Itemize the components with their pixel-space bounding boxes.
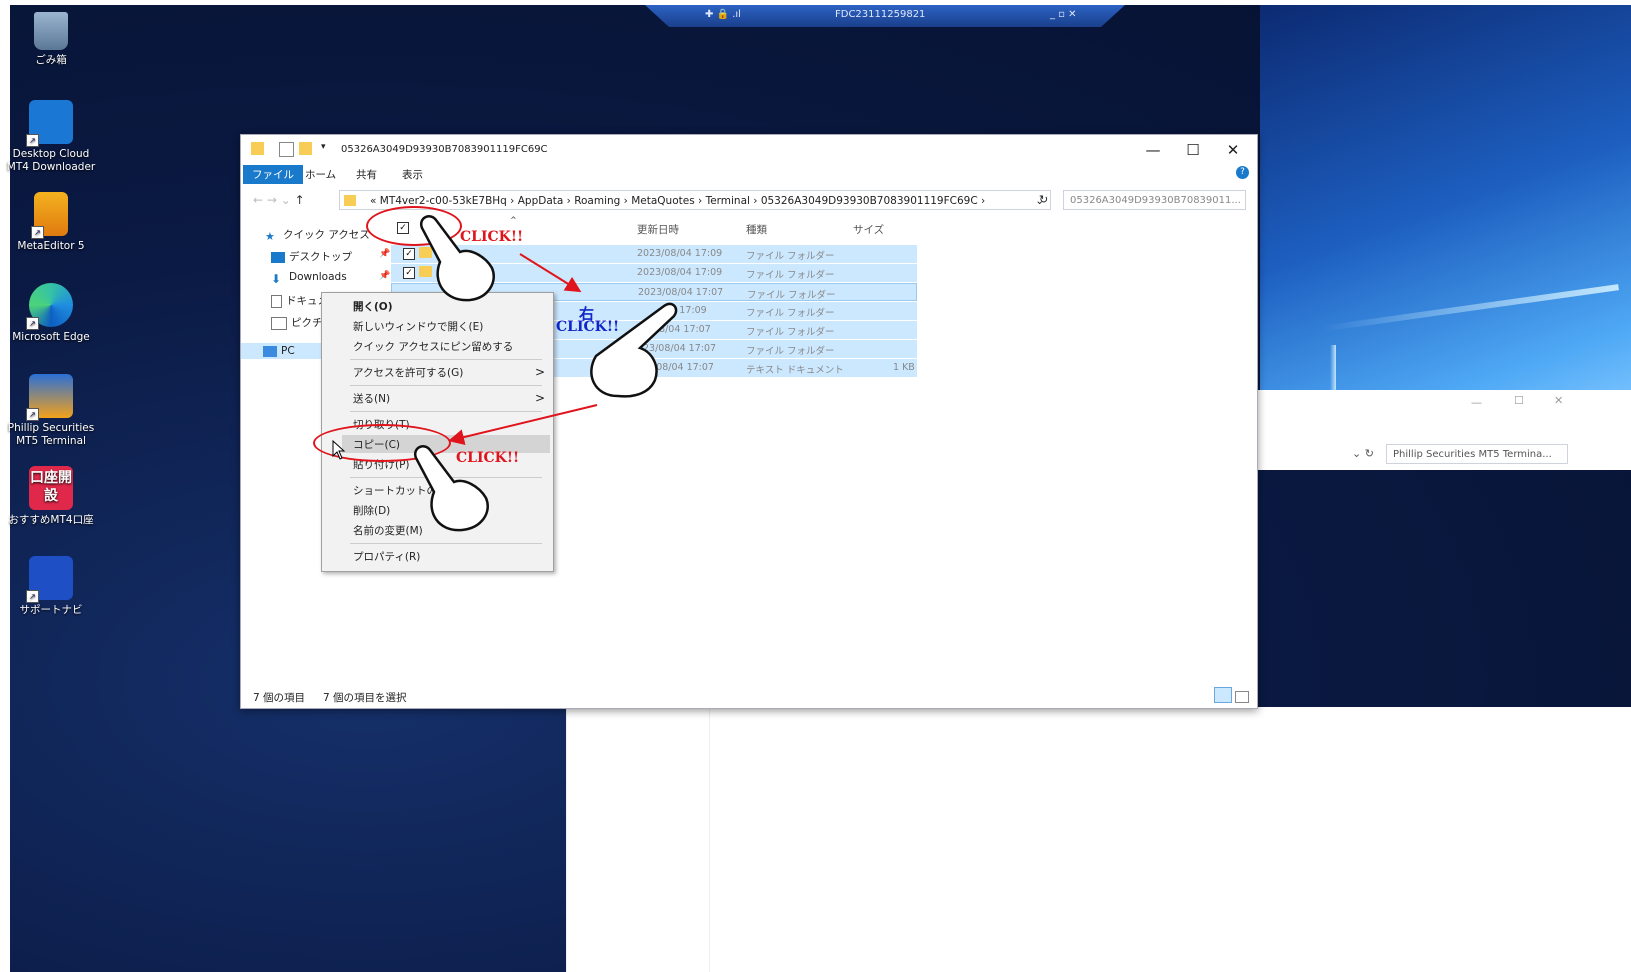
arrow-to-copy [448, 404, 598, 445]
pointing-hand-icon [590, 302, 678, 398]
pointing-hand-icon [413, 445, 489, 532]
mouse-cursor-icon [332, 439, 346, 460]
arrow-to-right-click [519, 253, 582, 293]
pointing-hand-icon [419, 215, 495, 302]
annotation-arrows [332, 215, 678, 532]
